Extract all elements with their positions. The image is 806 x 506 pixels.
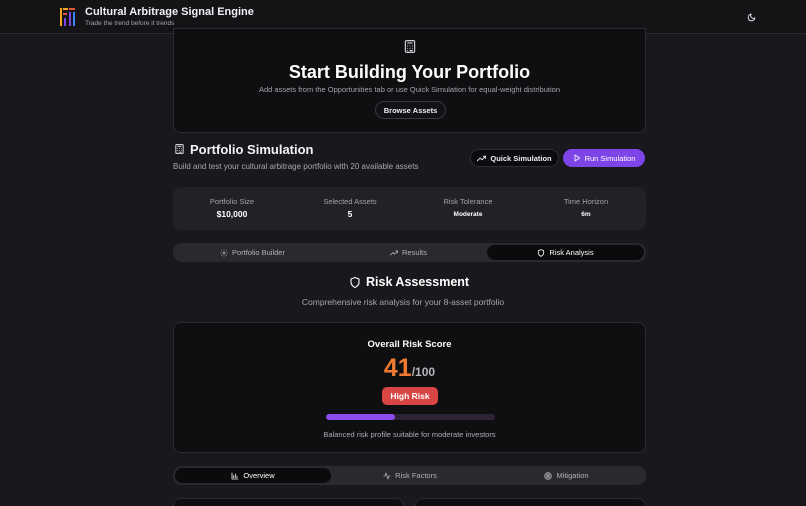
- stat-value: $10,000: [216, 209, 248, 219]
- tab-label: Results: [401, 248, 427, 257]
- app-subtitle: Trade the trend before it trends: [85, 20, 175, 27]
- activity-icon: [383, 472, 391, 480]
- stat-value: Moderate: [453, 211, 483, 218]
- tab-label: Mitigation: [556, 471, 589, 480]
- theme-toggle-button[interactable]: [744, 10, 758, 24]
- moon-icon: [747, 13, 756, 22]
- stat-portfolio-size: Portfolio Size $10,000: [173, 187, 291, 230]
- portfolio-stats: Portfolio Size $10,000 Selected Assets 5…: [173, 187, 646, 230]
- tab-results[interactable]: Results: [331, 245, 486, 260]
- risk-score-progress-track: [326, 414, 495, 420]
- quick-simulation-button[interactable]: Quick Simulation: [470, 149, 559, 167]
- hero-title: Start Building Your Portfolio: [288, 62, 531, 82]
- risk-assessment-title: Risk Assessment: [366, 275, 470, 289]
- stat-label: Risk Tolerance: [443, 197, 493, 206]
- tab-label: Portfolio Builder: [232, 248, 285, 257]
- tab-mitigation[interactable]: Mitigation: [489, 468, 644, 483]
- stat-selected-assets: Selected Assets 5: [291, 187, 409, 230]
- risk-assessment-description: Comprehensive risk analysis for your 8-a…: [301, 297, 505, 307]
- overall-risk-score-card: Overall Risk Score 41/100 High Risk Bala…: [173, 322, 646, 453]
- overview-card-left: [173, 498, 404, 506]
- risk-level-badge: High Risk: [382, 387, 438, 405]
- tab-risk-analysis[interactable]: Risk Analysis: [487, 245, 644, 260]
- play-icon: [573, 154, 581, 162]
- browse-assets-button[interactable]: Browse Assets: [375, 101, 446, 119]
- tab-label: Overview: [243, 471, 275, 480]
- hero-description: Add assets from the Opportunities tab or…: [259, 85, 560, 94]
- empty-portfolio-card: Start Building Your Portfolio Add assets…: [173, 28, 646, 133]
- risk-score-value: 41: [383, 354, 412, 382]
- gear-icon: [220, 248, 228, 257]
- risk-score-max: /100: [411, 365, 436, 379]
- quick-simulation-label: Quick Simulation: [490, 153, 552, 163]
- shield-icon: [349, 276, 361, 289]
- app-title: Cultural Arbitrage Signal Engine: [85, 6, 254, 18]
- stat-value: 5: [347, 209, 353, 219]
- tab-risk-factors[interactable]: Risk Factors: [332, 468, 488, 483]
- portfolio-simulation-description: Build and test your cultural arbitrage p…: [173, 162, 419, 171]
- tab-label: Risk Analysis: [549, 248, 594, 257]
- portfolio-simulation-title: Portfolio Simulation: [190, 142, 314, 157]
- shield-icon: [537, 248, 545, 257]
- stat-value: 6m: [581, 211, 591, 218]
- bar-chart-icon: [231, 472, 239, 480]
- stat-label: Time Horizon: [563, 197, 609, 206]
- calculator-icon: [403, 39, 417, 54]
- tab-portfolio-builder[interactable]: Portfolio Builder: [175, 245, 330, 260]
- tab-overview[interactable]: Overview: [175, 468, 331, 483]
- risk-score-title: Overall Risk Score: [367, 339, 452, 350]
- simulation-tabs: Portfolio Builder Results Risk Analysis: [173, 243, 646, 262]
- risk-tabs: Overview Risk Factors Mitigation: [173, 466, 646, 485]
- target-icon: [544, 471, 553, 480]
- stat-risk-tolerance: Risk Tolerance Moderate: [409, 187, 527, 230]
- run-simulation-button[interactable]: Run Simulation: [563, 149, 645, 167]
- run-simulation-label: Run Simulation: [584, 153, 636, 163]
- app-logo[interactable]: [59, 7, 77, 27]
- risk-score-display: 41/100: [174, 354, 645, 383]
- risk-score-progress-fill: [326, 414, 396, 420]
- risk-score-caption: Balanced risk profile suitable for moder…: [323, 430, 496, 439]
- overview-card-right: [415, 498, 646, 506]
- tab-label: Risk Factors: [395, 471, 437, 480]
- trending-up-icon: [389, 249, 398, 257]
- stat-label: Portfolio Size: [209, 197, 255, 206]
- trending-up-icon: [477, 154, 487, 163]
- stat-time-horizon: Time Horizon 6m: [527, 187, 645, 230]
- calculator-icon: [174, 143, 185, 155]
- stat-label: Selected Assets: [323, 197, 377, 206]
